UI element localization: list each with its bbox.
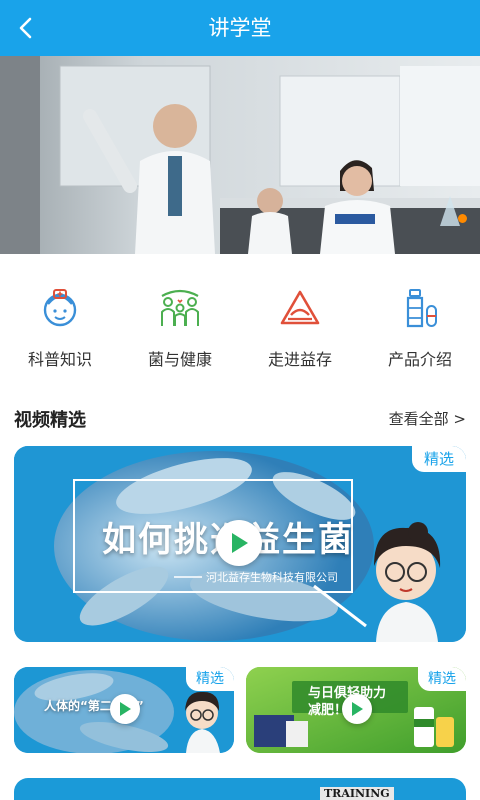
video-subtitle: 河北益存生物科技有限公司 — [206, 571, 338, 584]
top-bar: 讲学堂 — [0, 0, 480, 56]
see-all-link[interactable]: 查看全部 > — [389, 408, 466, 429]
carousel-dot-active[interactable] — [458, 214, 467, 223]
video-card-bottom[interactable]: TRAINING — [14, 778, 466, 800]
video-section-header: 视频精选 查看全部 > — [14, 402, 466, 434]
featured-badge: 精选 — [186, 667, 234, 691]
banner-carousel[interactable] — [0, 56, 480, 254]
section-title: 视频精选 — [14, 410, 86, 431]
nurse-icon — [36, 284, 84, 332]
menu-label: 走进益存 — [267, 350, 332, 369]
video-card-main[interactable]: 如何挑选益生菌 河北益存生物科技有限公司 精选 — [14, 446, 466, 642]
menu-item-products[interactable]: 产品介绍 — [360, 284, 480, 374]
play-button[interactable] — [342, 694, 372, 724]
bottle-capsule-icon — [396, 284, 444, 332]
triangle-logo-icon — [276, 284, 324, 332]
play-icon — [120, 702, 131, 716]
menu-label: 菌与健康 — [147, 350, 212, 369]
menu-item-science[interactable]: 科普知识 — [0, 284, 120, 374]
menu-label: 科普知识 — [27, 350, 92, 369]
category-menu: 科普知识 菌与健康 走进益存 产品介绍 — [0, 284, 480, 374]
play-button[interactable] — [110, 694, 140, 724]
video-card-left[interactable]: 人体的“第二大脑” 精选 — [14, 667, 234, 753]
featured-badge: 精选 — [412, 446, 466, 472]
menu-label: 产品介绍 — [387, 350, 452, 369]
play-icon — [232, 533, 248, 553]
video-card-right[interactable]: 与日俱轻助力减肥！ 精选 — [246, 667, 466, 753]
page-title: 讲学堂 — [208, 16, 272, 40]
play-button[interactable] — [216, 520, 262, 566]
play-icon — [352, 702, 363, 716]
banner-image — [0, 56, 480, 254]
featured-badge: 精选 — [418, 667, 466, 691]
family-icon — [156, 284, 204, 332]
training-label: TRAINING — [320, 787, 394, 800]
menu-item-health[interactable]: 菌与健康 — [120, 284, 240, 374]
menu-item-about[interactable]: 走进益存 — [240, 284, 360, 374]
